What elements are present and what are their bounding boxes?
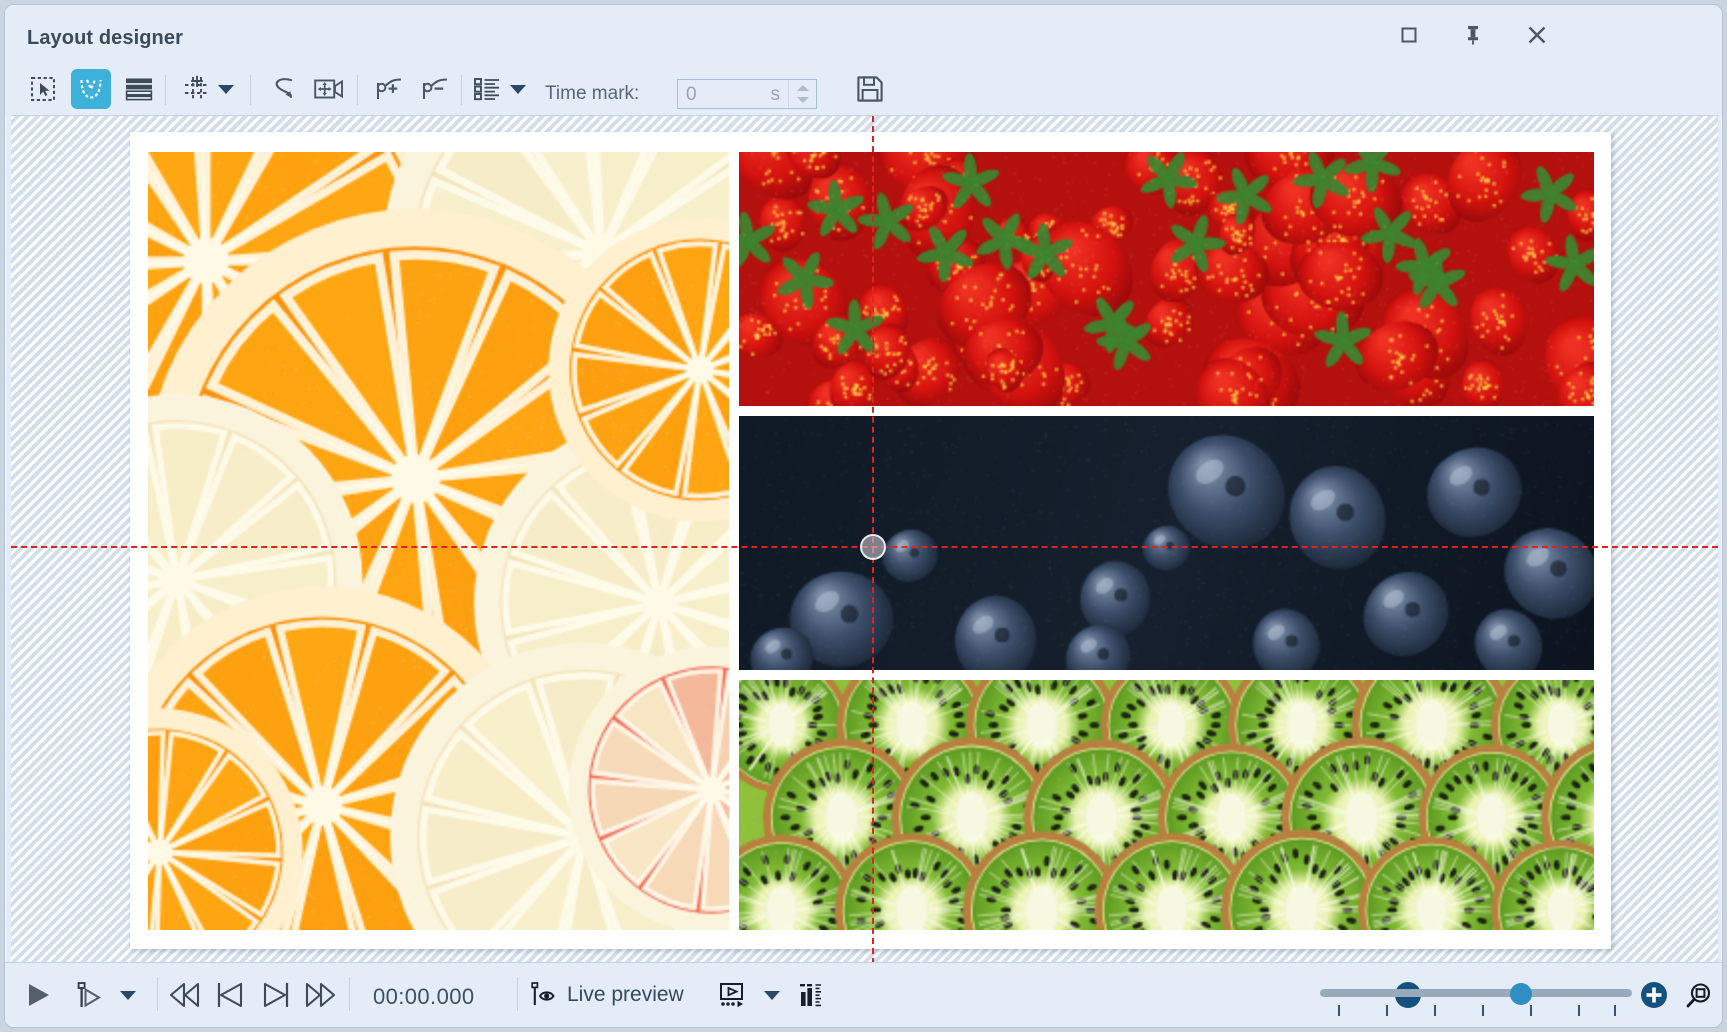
playback-bar: 00:00.000 Live preview — [5, 962, 1722, 1027]
magnifier-fit-icon — [1684, 981, 1714, 1011]
canvas-workspace[interactable] — [11, 115, 1718, 963]
close-icon — [1526, 24, 1548, 46]
fast-forward-button[interactable] — [303, 971, 339, 1019]
keyframe-minus-icon — [421, 76, 449, 102]
title-bar: Layout designer — [5, 5, 1722, 63]
fast-forward-icon — [303, 980, 339, 1010]
selection-tool[interactable] — [23, 69, 63, 109]
play-options-caret[interactable] — [113, 971, 143, 1019]
skip-previous-icon — [213, 980, 247, 1010]
render-preview-button[interactable] — [717, 971, 747, 1019]
curved-arrow-icon — [269, 75, 297, 103]
page-title: Layout designer — [27, 27, 183, 50]
play-button[interactable] — [23, 971, 53, 1019]
restore-icon — [1399, 25, 1419, 45]
time-mark-value: 0 — [686, 84, 697, 106]
time-mark-label: Time mark: — [545, 83, 639, 105]
chevron-down-icon — [120, 991, 136, 1000]
grid-options-caret[interactable] — [213, 69, 239, 109]
floppy-disk-icon — [856, 75, 884, 103]
live-preview-label: Live preview — [567, 983, 684, 1007]
plus-circle-icon — [1640, 981, 1668, 1009]
center-handle[interactable] — [860, 534, 886, 560]
zoom-tick — [1614, 1005, 1616, 1016]
pane-citrus[interactable] — [148, 152, 729, 930]
toolbar-separator-4 — [461, 75, 462, 105]
save-button[interactable] — [850, 69, 890, 109]
play-from-mark-button[interactable] — [73, 971, 103, 1019]
playback-separator-1 — [157, 977, 158, 1011]
list-options-caret[interactable] — [505, 69, 531, 109]
stepper-up-icon[interactable] — [797, 85, 809, 91]
pin-icon — [1463, 24, 1483, 46]
pane-kiwi[interactable] — [739, 680, 1594, 930]
histogram-button[interactable] — [797, 971, 823, 1019]
time-mark-field[interactable]: 0 s — [677, 79, 817, 109]
playback-separator-3 — [517, 977, 518, 1011]
rewind-icon — [167, 980, 203, 1010]
zoom-fit-button[interactable] — [1684, 981, 1714, 1011]
motion-path-tool[interactable] — [71, 69, 111, 109]
camera-move-icon — [314, 77, 344, 101]
next-button[interactable] — [259, 971, 293, 1019]
toolbar-separator-3 — [357, 75, 358, 105]
rewind-button[interactable] — [167, 971, 203, 1019]
timecode-display: 00:00.000 — [373, 984, 474, 1010]
play-icon — [23, 980, 53, 1010]
motion-path-icon — [78, 76, 104, 102]
toolbar: Time mark: 0 s — [5, 63, 1722, 115]
time-mark-unit: s — [771, 84, 781, 106]
chevron-down-icon — [510, 85, 526, 94]
curve-tool[interactable] — [263, 69, 303, 109]
camera-move-tool[interactable] — [309, 69, 349, 109]
previous-button[interactable] — [213, 971, 247, 1019]
zoom-in-button[interactable] — [1640, 981, 1668, 1009]
skip-next-icon — [259, 980, 293, 1010]
chevron-down-icon — [218, 85, 234, 94]
zoom-tick — [1530, 1005, 1532, 1016]
citrus-image — [148, 152, 729, 930]
preview-options-caret[interactable] — [757, 971, 787, 1019]
play-from-mark-icon — [73, 980, 103, 1010]
zoom-tick — [1386, 1005, 1388, 1016]
add-keyframe-tool[interactable] — [369, 69, 409, 109]
restore-button[interactable] — [1390, 17, 1428, 53]
time-mark-stepper[interactable] — [788, 80, 816, 108]
layout-designer-window: Layout designer — [4, 4, 1723, 1028]
chevron-down-icon — [764, 991, 780, 1000]
histogram-icon — [797, 981, 823, 1009]
zoom-slider-knob[interactable] — [1510, 983, 1532, 1005]
kiwi-image — [739, 680, 1594, 930]
grid-snap-icon — [183, 75, 211, 103]
pane-strawberries[interactable] — [739, 152, 1594, 406]
toolbar-separator-2 — [250, 75, 251, 105]
list-properties-icon — [473, 76, 501, 102]
toolbar-separator-1 — [165, 75, 166, 105]
live-preview-toggle[interactable] — [529, 971, 561, 1019]
zoom-slider-track[interactable] — [1320, 989, 1632, 997]
zoom-tick — [1578, 1005, 1580, 1016]
selection-marquee-icon — [30, 76, 56, 102]
close-button[interactable] — [1518, 17, 1556, 53]
layers-stack-icon — [125, 77, 153, 101]
remove-keyframe-tool[interactable] — [415, 69, 455, 109]
zoom-tick — [1338, 1005, 1340, 1016]
stepper-down-icon[interactable] — [797, 97, 809, 103]
zoom-tick — [1434, 1005, 1436, 1016]
zoom-tick — [1482, 1005, 1484, 1016]
zoom-slider[interactable] — [1320, 975, 1632, 1017]
playback-separator-2 — [349, 977, 350, 1011]
list-tool[interactable] — [467, 69, 507, 109]
layers-tool[interactable] — [119, 69, 159, 109]
pin-button[interactable] — [1454, 17, 1492, 53]
strawberries-image — [739, 152, 1594, 406]
preview-eye-icon — [529, 981, 561, 1009]
keyframe-plus-icon — [375, 76, 403, 102]
grid-tool[interactable] — [177, 69, 217, 109]
render-preview-icon — [717, 980, 747, 1010]
